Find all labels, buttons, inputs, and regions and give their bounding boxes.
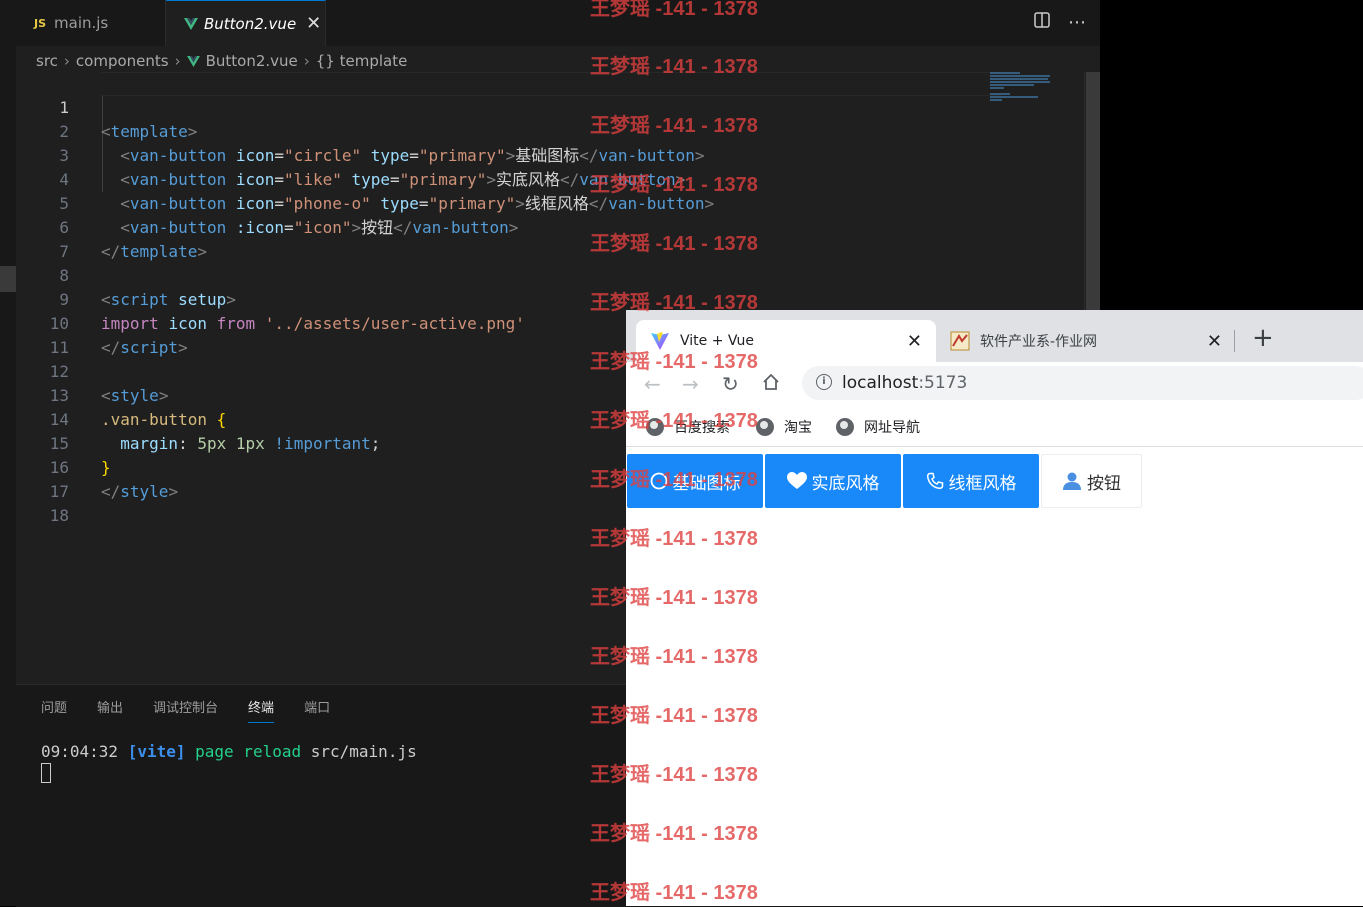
- new-tab-button[interactable]: +: [1252, 323, 1274, 353]
- terminal-time: 09:04:32: [41, 742, 119, 761]
- close-icon[interactable]: ✕: [907, 331, 922, 352]
- button-label: 按钮: [1087, 473, 1121, 494]
- url-host: localhost: [842, 373, 919, 393]
- breadcrumb-components[interactable]: components: [76, 52, 169, 70]
- vue-file-icon: [184, 17, 198, 30]
- user-icon: [1062, 472, 1082, 490]
- breadcrumb-src[interactable]: src: [36, 52, 58, 70]
- code-line: 10 </script>: [16, 288, 1016, 357]
- line-number: 18: [49, 506, 69, 525]
- tab-title: Vite + Vue: [680, 333, 755, 349]
- code-line: 5 <van-button :icon="icon">按钮</van-butto…: [16, 168, 1016, 237]
- close-icon[interactable]: ✕: [1207, 331, 1222, 352]
- globe-icon: [646, 418, 664, 436]
- browser-tab-homework[interactable]: 软件产业系-作业网 ✕: [936, 320, 1236, 362]
- breadcrumb: src › components › Button2.vue › {} temp…: [36, 50, 407, 72]
- url-port: :5173: [918, 373, 968, 393]
- forward-arrow-icon[interactable]: →: [682, 372, 699, 396]
- code-line: 4 <van-button icon="phone-o" type="prima…: [16, 144, 1016, 213]
- code-line: 1 <template>: [16, 72, 1016, 141]
- bookmark-nav[interactable]: 网址导航: [836, 417, 920, 437]
- breadcrumb-symbol[interactable]: {} template: [316, 52, 408, 70]
- tab-terminal[interactable]: 终端: [248, 697, 275, 723]
- heart-icon: [786, 472, 807, 490]
- default-button[interactable]: 按钮: [1041, 454, 1142, 508]
- tab-main-js[interactable]: JS main.js: [16, 0, 166, 46]
- tab-label: Button2.vue: [204, 14, 297, 33]
- code-line: 2 <van-button icon="circle" type="primar…: [16, 96, 1016, 165]
- breadcrumb-file[interactable]: Button2.vue: [206, 52, 298, 70]
- vite-logo-icon: [650, 331, 670, 351]
- button-label: 实底风格: [811, 473, 880, 494]
- activity-bar: [0, 0, 16, 906]
- terminal-output-line: 09:04:32 [vite] page reload src/main.js: [41, 742, 417, 761]
- tab-ports[interactable]: 端口: [304, 697, 330, 723]
- browser-tab-strip: Vite + Vue ✕ 软件产业系-作业网 ✕ +: [626, 310, 1363, 362]
- vue-file-icon: [186, 55, 200, 67]
- js-file-icon: JS: [34, 16, 47, 30]
- globe-icon: [756, 418, 774, 436]
- home-icon[interactable]: [762, 372, 780, 396]
- browser-window: Vite + Vue ✕ 软件产业系-作业网 ✕ + ← → ↻ i local…: [626, 310, 1363, 906]
- terminal-cursor[interactable]: [41, 763, 51, 783]
- tab-label: main.js: [54, 14, 109, 32]
- page-content: 基础图标 实底风格 线框风格 按钮: [626, 447, 1363, 906]
- activity-bar-active-indicator: [0, 266, 16, 292]
- outline-style-button[interactable]: 线框风格: [903, 454, 1039, 508]
- bookmarks-bar: 百度搜索 淘宝 网址导航: [626, 408, 1363, 447]
- bookmark-label: 网址导航: [864, 420, 920, 436]
- browser-tab-vite-vue[interactable]: Vite + Vue ✕: [636, 320, 936, 362]
- browser-toolbar: ← → ↻ i localhost:5173: [626, 362, 1363, 408]
- back-arrow-icon[interactable]: ←: [644, 372, 661, 396]
- address-bar[interactable]: i localhost:5173: [802, 366, 1363, 400]
- code-line: 7: [16, 216, 1016, 261]
- basic-icon-button[interactable]: 基础图标: [627, 454, 763, 508]
- button-label: 基础图标: [672, 473, 741, 494]
- reload-icon[interactable]: ↻: [722, 372, 739, 396]
- bookmark-label: 百度搜索: [674, 420, 730, 436]
- editor-actions: ⋯: [1034, 12, 1086, 33]
- code-line: 8 <script setup>: [16, 240, 1016, 309]
- tab-debug-console[interactable]: 调试控制台: [153, 697, 218, 723]
- bookmark-taobao[interactable]: 淘宝: [756, 417, 812, 437]
- panel-tabs: 问题 输出 调试控制台 终端 端口: [41, 697, 330, 723]
- site-favicon-icon: [950, 331, 970, 351]
- split-editor-icon[interactable]: [1034, 12, 1050, 33]
- terminal-tag: [vite]: [127, 742, 186, 761]
- solid-style-button[interactable]: 实底风格: [765, 454, 901, 508]
- tab-output[interactable]: 输出: [97, 697, 123, 723]
- more-actions-icon[interactable]: ⋯: [1068, 12, 1086, 33]
- terminal-message: page reload: [195, 742, 302, 761]
- code-line: 6 </template>: [16, 192, 1016, 261]
- chevron-right-icon: ›: [174, 52, 181, 70]
- chevron-right-icon: ›: [63, 52, 70, 70]
- minimap[interactable]: [990, 72, 1058, 112]
- bookmark-label: 淘宝: [784, 420, 812, 436]
- tab-title: 软件产业系-作业网: [980, 334, 1098, 350]
- close-icon[interactable]: ✕: [306, 13, 321, 34]
- code-line: 3 <van-button icon="like" type="primary"…: [16, 120, 1016, 189]
- tab-problems[interactable]: 问题: [41, 697, 67, 723]
- tab-separator: [1234, 330, 1235, 352]
- tab-button2-vue[interactable]: Button2.vue ✕: [166, 0, 326, 46]
- circle-icon: [650, 472, 668, 490]
- phone-icon: [926, 472, 944, 490]
- editor-tab-bar: JS main.js Button2.vue ✕ ⋯: [16, 0, 1100, 46]
- code-line: 9 import icon from '../assets/user-activ…: [16, 264, 1016, 333]
- bookmark-baidu[interactable]: 百度搜索: [646, 417, 730, 437]
- terminal-file: src/main.js: [310, 742, 417, 761]
- chevron-right-icon: ›: [303, 52, 310, 70]
- info-icon[interactable]: i: [816, 374, 832, 390]
- globe-icon: [836, 418, 854, 436]
- button-label: 线框风格: [948, 473, 1017, 494]
- background-area: [1100, 0, 1363, 310]
